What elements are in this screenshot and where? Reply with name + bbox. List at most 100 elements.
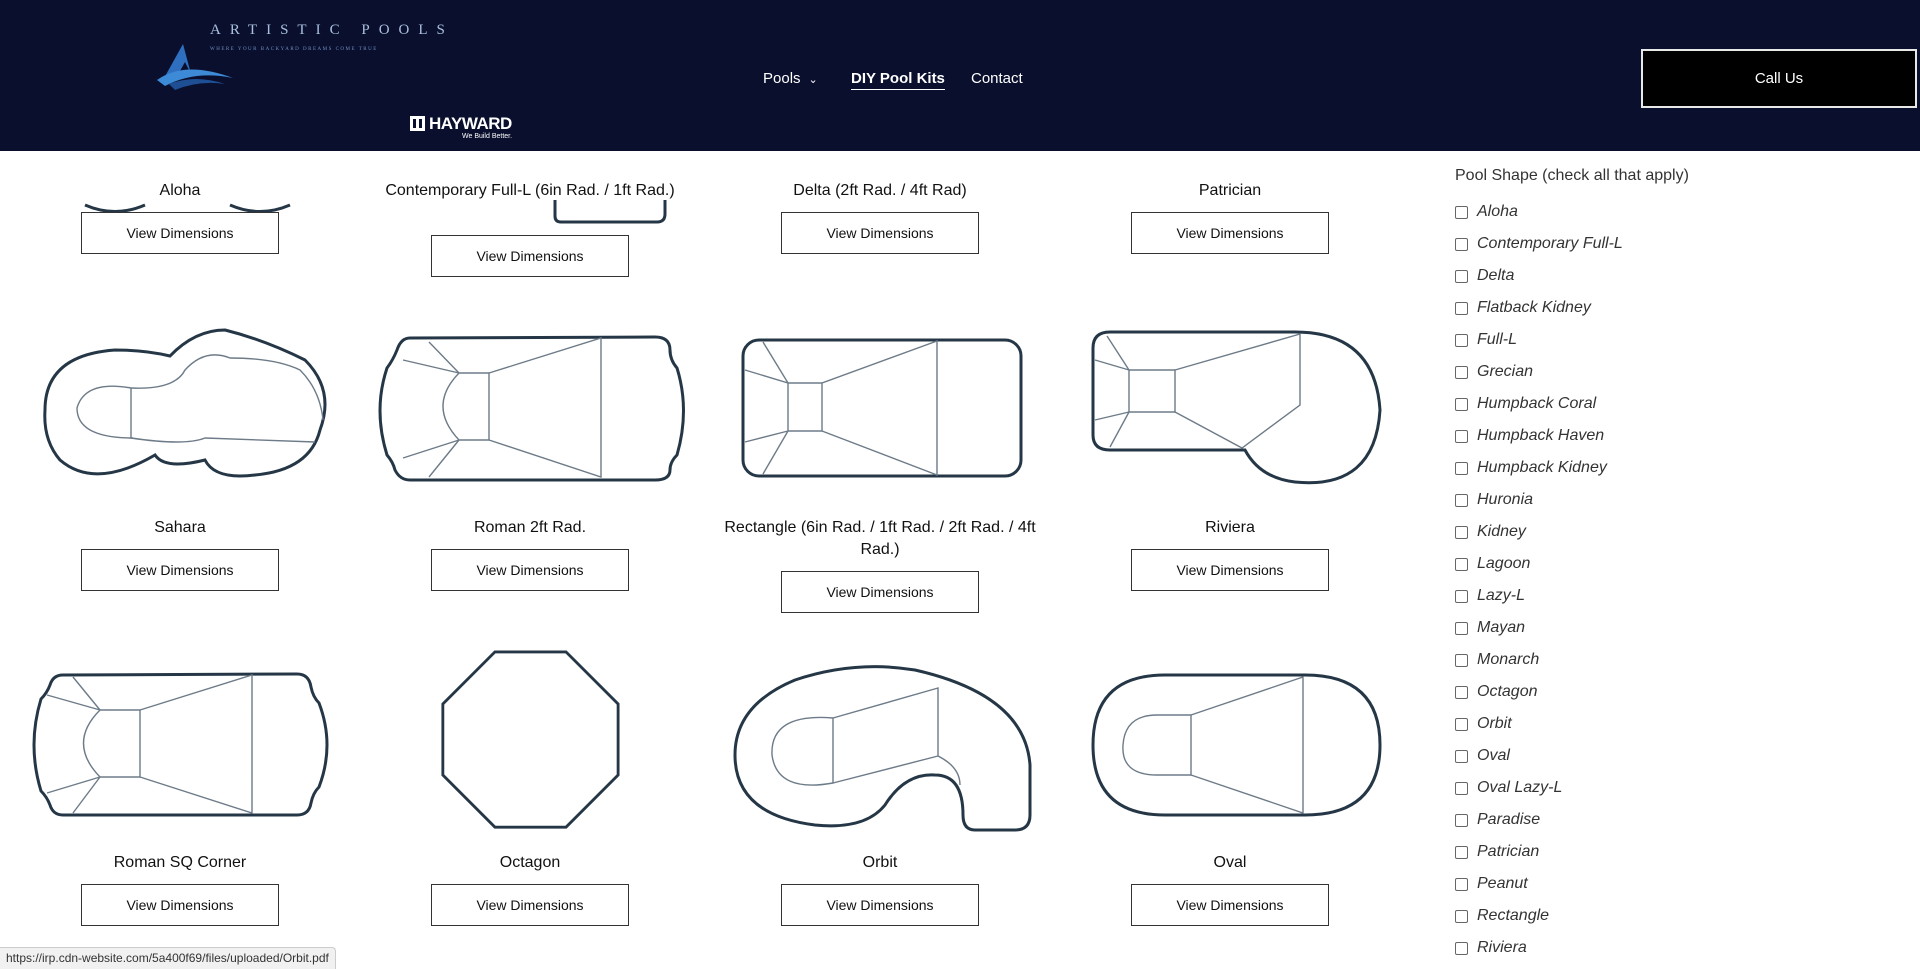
checkbox[interactable]	[1455, 685, 1468, 699]
filter-option[interactable]: Delta	[1455, 260, 1623, 292]
roman-2ft-shape-icon	[378, 335, 685, 482]
filter-option[interactable]: Lazy-L	[1455, 580, 1623, 612]
filter-option-label: Humpback Coral	[1477, 395, 1597, 412]
hayward-logo: HAYWARD We Build Better.	[410, 114, 520, 150]
filter-option-label: Kidney	[1477, 523, 1526, 540]
checkbox[interactable]	[1455, 749, 1468, 763]
filter-option[interactable]: Paradise	[1455, 804, 1623, 836]
pool-name: Aloha	[159, 182, 201, 199]
filter-option[interactable]: Riviera	[1455, 932, 1623, 964]
checkbox[interactable]	[1455, 717, 1468, 731]
view-dimensions-button[interactable]: View Dimensions	[81, 884, 279, 926]
filter-option[interactable]: Grecian	[1455, 356, 1623, 388]
filter-option-label: Octagon	[1477, 683, 1538, 700]
checkbox[interactable]	[1455, 269, 1468, 283]
filter-option-label: Peanut	[1477, 875, 1528, 892]
filter-option-label: Lazy-L	[1477, 587, 1526, 604]
filter-option-label: Paradise	[1477, 811, 1541, 828]
filter-option[interactable]: Lagoon	[1455, 548, 1623, 580]
filter-option-label: Grecian	[1477, 363, 1534, 380]
checkbox[interactable]	[1455, 653, 1468, 667]
filter-option[interactable]: Monarch	[1455, 644, 1623, 676]
pool-name: Octagon	[499, 854, 561, 871]
view-dimensions-button[interactable]: View Dimensions	[781, 884, 979, 926]
filter-option[interactable]: Oval Lazy-L	[1455, 772, 1623, 804]
filter-option-label: Lagoon	[1477, 555, 1531, 572]
view-dimensions-button[interactable]: View Dimensions	[81, 549, 279, 591]
filter-option[interactable]: Flatback Kidney	[1455, 292, 1623, 324]
view-dimensions-button[interactable]: View Dimensions	[781, 212, 979, 254]
pool-wave-logo-icon	[157, 44, 233, 90]
checkbox[interactable]	[1455, 301, 1468, 315]
hayward-wordmark: HAYWARD	[429, 114, 512, 133]
view-dimensions-button[interactable]: View Dimensions	[431, 235, 629, 277]
checkbox[interactable]	[1455, 909, 1468, 923]
checkbox[interactable]	[1455, 365, 1468, 379]
view-dimensions-button[interactable]: View Dimensions	[1131, 212, 1329, 254]
filter-option[interactable]: Humpback Coral	[1455, 388, 1623, 420]
checkbox[interactable]	[1455, 461, 1468, 475]
checkbox[interactable]	[1455, 397, 1468, 411]
checkbox[interactable]	[1455, 205, 1468, 219]
call-us-button[interactable]: Call Us	[1641, 49, 1917, 108]
roman-sq-corner-shape-icon	[32, 672, 329, 817]
checkbox[interactable]	[1455, 237, 1468, 251]
checkbox[interactable]	[1455, 621, 1468, 635]
checkbox[interactable]	[1455, 941, 1468, 955]
view-dimensions-button[interactable]: View Dimensions	[1131, 549, 1329, 591]
checkbox[interactable]	[1455, 845, 1468, 859]
view-dimensions-button[interactable]: View Dimensions	[81, 212, 279, 254]
chevron-down-icon: ⌄	[808, 74, 818, 86]
filter-option-label: Huronia	[1477, 491, 1534, 508]
hayward-tagline: We Build Better.	[462, 133, 513, 140]
filter-option[interactable]: Aloha	[1455, 196, 1623, 228]
artistic-pools-logo[interactable]: ARTISTIC POOLS WHERE YOUR BACKYARD DREAM…	[155, 20, 455, 92]
filter-option[interactable]: Humpback Kidney	[1455, 452, 1623, 484]
checkbox[interactable]	[1455, 877, 1468, 891]
checkbox[interactable]	[1455, 813, 1468, 827]
view-dimensions-button[interactable]: View Dimensions	[781, 571, 979, 613]
checkbox[interactable]	[1455, 429, 1468, 443]
oval-shape-icon	[1091, 673, 1382, 817]
pool-name: Rectangle (6in Rad. / 1ft Rad. / 2ft Rad…	[724, 519, 1036, 558]
filter-option-label: Mayan	[1477, 619, 1526, 636]
octagon-shape-icon	[441, 650, 620, 829]
checkbox[interactable]	[1455, 525, 1468, 539]
checkbox[interactable]	[1455, 493, 1468, 507]
filter-option[interactable]: Huronia	[1455, 484, 1623, 516]
filter-option[interactable]: Orbit	[1455, 708, 1623, 740]
filter-option-label: Oval Lazy-L	[1477, 779, 1563, 796]
filter-option[interactable]: Rectangle	[1455, 900, 1623, 932]
filter-option[interactable]: Kidney	[1455, 516, 1623, 548]
checkbox[interactable]	[1455, 589, 1468, 603]
filter-option[interactable]: Contemporary Full-L	[1455, 228, 1623, 260]
pool-name: Riviera	[1205, 519, 1255, 536]
pool-name: Roman 2ft Rad.	[473, 519, 587, 536]
filter-option[interactable]: Octagon	[1455, 676, 1623, 708]
filter-option-label: Riviera	[1477, 939, 1527, 956]
filter-option[interactable]: Humpback Haven	[1455, 420, 1623, 452]
nav-pools[interactable]: Pools ⌄	[763, 70, 818, 87]
checkbox[interactable]	[1455, 333, 1468, 347]
pool-name: Roman SQ Corner	[113, 854, 247, 871]
checkbox[interactable]	[1455, 557, 1468, 571]
filter-option[interactable]: Patrician	[1455, 836, 1623, 868]
view-dimensions-button[interactable]: View Dimensions	[431, 549, 629, 591]
logo-title: ARTISTIC POOLS	[210, 22, 454, 38]
nav-contact[interactable]: Contact	[971, 70, 1023, 87]
orbit-shape-icon	[733, 665, 1032, 832]
filter-option[interactable]: Mayan	[1455, 612, 1623, 644]
nav-diy-pool-kits[interactable]: DIY Pool Kits	[851, 70, 945, 90]
filter-option[interactable]: Oval	[1455, 740, 1623, 772]
checkbox[interactable]	[1455, 781, 1468, 795]
pool-name: Delta (2ft Rad. / 4ft Rad)	[793, 182, 967, 199]
browser-status-url: https://irp.cdn-website.com/5a400f69/fil…	[0, 947, 336, 969]
view-dimensions-button[interactable]: View Dimensions	[1131, 884, 1329, 926]
filter-option[interactable]: Full-L	[1455, 324, 1623, 356]
filter-option-label: Flatback Kidney	[1477, 299, 1591, 316]
rectangle-shape-icon	[741, 338, 1023, 478]
filter-option[interactable]: Peanut	[1455, 868, 1623, 900]
view-dimensions-button[interactable]: View Dimensions	[431, 884, 629, 926]
filter-option-label: Contemporary Full-L	[1477, 235, 1623, 252]
pool-shape-filter-list: Aloha Contemporary Full-L Delta Flatback Ki…	[1455, 196, 1623, 964]
